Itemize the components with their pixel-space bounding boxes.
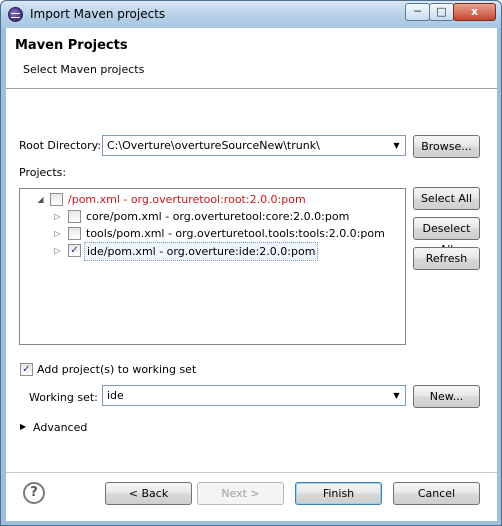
working-set-label: Working set: (29, 391, 98, 404)
tree-row[interactable]: ◢ /pom.xml - org.overturetool:root:2.0.0… (20, 191, 405, 208)
minimize-button[interactable]: ─ (405, 3, 430, 21)
back-button[interactable]: < Back (105, 482, 192, 505)
wizard-body: Root Directory: C:\Overture\overtureSour… (6, 90, 497, 472)
close-icon: x (470, 5, 479, 18)
root-directory-label: Root Directory: (19, 139, 102, 152)
checkmark-icon: ✓ (70, 245, 79, 256)
project-label: ide/pom.xml - org.overture:ide:2.0.0:pom (84, 242, 319, 261)
tree-row[interactable]: ▷ tools/pom.xml - org.overturetool.tools… (20, 225, 405, 242)
root-directory-value: C:\Overture\overtureSourceNew\trunk\ (107, 139, 320, 152)
add-to-working-set-label: Add project(s) to working set (37, 363, 197, 376)
maximize-icon: □ (436, 5, 447, 18)
checkmark-icon: ✓ (22, 364, 31, 375)
new-working-set-button[interactable]: New... (413, 385, 480, 408)
project-checkbox[interactable] (68, 210, 81, 223)
finish-button[interactable]: Finish (295, 482, 382, 505)
page-subtitle: Select Maven projects (23, 63, 145, 76)
project-checkbox[interactable] (68, 227, 81, 240)
project-checkbox-checked[interactable]: ✓ (68, 244, 81, 257)
project-label: tools/pom.xml - org.overturetool.tools:t… (86, 227, 385, 240)
tree-row[interactable]: ▷ core/pom.xml - org.overturetool:core:2… (20, 208, 405, 225)
dialog-client: Maven Projects Select Maven projects Roo… (6, 28, 497, 521)
maximize-button[interactable]: □ (429, 3, 454, 21)
import-maven-dialog: Import Maven projects ─ □ x Maven Projec… (0, 0, 502, 526)
title-bar[interactable]: Import Maven projects ─ □ x (1, 1, 501, 28)
expand-triangle-icon[interactable]: ▷ (53, 208, 62, 225)
projects-tree[interactable]: ◢ /pom.xml - org.overturetool:root:2.0.0… (19, 188, 406, 345)
page-title: Maven Projects (15, 38, 128, 53)
wizard-header: Maven Projects Select Maven projects (6, 28, 497, 89)
working-set-value: ide (107, 389, 124, 402)
projects-label: Projects: (19, 166, 67, 179)
expand-triangle-icon[interactable]: ▷ (53, 225, 62, 242)
project-label: /pom.xml - org.overturetool:root:2.0.0:p… (68, 193, 306, 206)
project-checkbox[interactable] (50, 193, 63, 206)
select-all-button[interactable]: Select All (413, 187, 480, 210)
project-label: core/pom.xml - org.overturetool:core:2.0… (86, 210, 350, 223)
add-to-working-set-checkbox[interactable]: ✓ (20, 363, 33, 376)
browse-button[interactable]: Browse... (413, 135, 480, 158)
expand-triangle-icon[interactable]: ▷ (53, 242, 62, 259)
cancel-button[interactable]: Cancel (393, 482, 480, 505)
next-button[interactable]: Next > (197, 482, 284, 505)
minimize-icon: ─ (414, 5, 421, 18)
expand-triangle-icon[interactable]: ▶ (20, 422, 26, 431)
deselect-all-button[interactable]: Deselect All (413, 217, 480, 256)
tree-row[interactable]: ▷ ✓ ide/pom.xml - org.overture:ide:2.0.0… (20, 242, 405, 261)
refresh-button[interactable]: Refresh (413, 247, 480, 270)
collapse-triangle-icon[interactable]: ◢ (36, 191, 45, 208)
chevron-down-icon[interactable]: ▼ (388, 386, 405, 405)
advanced-label: Advanced (33, 421, 88, 434)
close-button[interactable]: x (453, 3, 496, 21)
working-set-combo[interactable]: ide ▼ (102, 385, 406, 406)
help-icon[interactable]: ? (23, 482, 45, 504)
root-directory-combo[interactable]: C:\Overture\overtureSourceNew\trunk\ ▼ (102, 135, 406, 156)
chevron-down-icon[interactable]: ▼ (388, 136, 405, 155)
window-title: Import Maven projects (30, 7, 166, 21)
eclipse-icon (8, 7, 23, 22)
footer-separator (6, 472, 497, 473)
